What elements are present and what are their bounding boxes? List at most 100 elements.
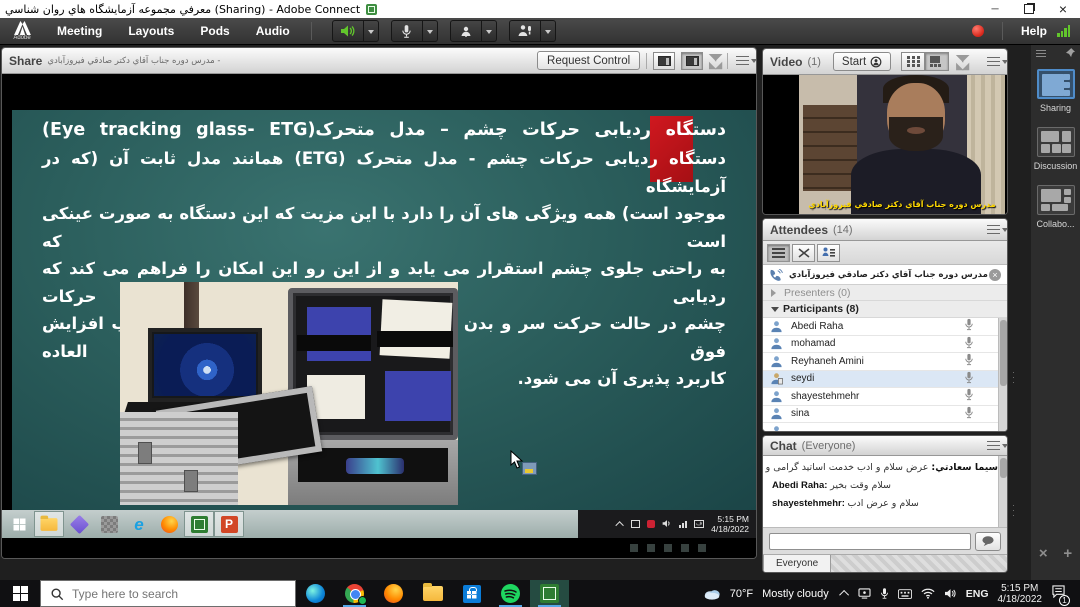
shared-powerpoint-icon[interactable]: P	[214, 511, 244, 537]
chat-input[interactable]	[769, 533, 971, 550]
start-button[interactable]	[0, 580, 40, 607]
menu-pods[interactable]: Pods	[187, 24, 242, 38]
restore-button[interactable]	[1012, 0, 1046, 18]
pin-icon[interactable]	[1066, 48, 1075, 58]
participant-row[interactable]: mohamad	[763, 336, 1007, 354]
participant-row[interactable]: shayestehmehr	[763, 388, 1007, 406]
layout-bar-menu-icon[interactable]	[1036, 50, 1046, 57]
layout-thumb-discussion[interactable]	[1037, 127, 1075, 157]
chat-pod-menu-icon[interactable]	[987, 441, 1000, 450]
weather-temperature[interactable]: 70°F	[730, 588, 753, 600]
pod-splitter-grip[interactable]	[1012, 503, 1016, 517]
attendee-status-view-button[interactable]	[817, 244, 840, 262]
layout-thumb-sharing[interactable]	[1037, 69, 1075, 99]
menu-audio[interactable]: Audio	[243, 24, 303, 38]
close-button[interactable]	[1046, 0, 1080, 18]
shared-internet-explorer-icon[interactable]: e	[124, 511, 154, 537]
search-input[interactable]	[72, 587, 272, 601]
shared-kmplayer-icon[interactable]	[64, 511, 94, 537]
participant-mic-icon[interactable]	[964, 336, 974, 352]
language-indicator[interactable]: ENG	[966, 588, 989, 600]
speaker-button[interactable]	[332, 20, 364, 42]
fullscreen-icon[interactable]: ◥◤◣◢	[709, 53, 721, 69]
webcam-dropdown[interactable]	[482, 20, 497, 42]
weather-cloud-icon[interactable]	[703, 587, 721, 600]
shared-desktop-clock[interactable]: 5:15 PM 4/18/2022	[711, 514, 749, 534]
attendee-list-view-button[interactable]	[767, 244, 790, 262]
share-pod-menu-icon[interactable]	[736, 56, 749, 65]
status-dropdown[interactable]	[541, 20, 556, 42]
shared-tray-network-icon[interactable]	[679, 521, 687, 528]
taskbar-spotify-icon[interactable]	[491, 580, 530, 607]
participant-mic-icon[interactable]	[964, 388, 974, 404]
taskbar-edge-icon[interactable]	[296, 580, 335, 607]
participant-row[interactable]: Reyhaneh Amini	[763, 353, 1007, 371]
dismiss-speaker-icon[interactable]	[989, 269, 1001, 281]
minimize-button[interactable]	[978, 0, 1012, 18]
tray-mic-icon[interactable]	[880, 587, 889, 600]
taskbar-search[interactable]	[40, 580, 296, 607]
attendee-breakout-view-button[interactable]	[792, 244, 815, 262]
taskbar-firefox-icon[interactable]	[374, 580, 413, 607]
help-menu[interactable]: Help	[1021, 24, 1047, 38]
taskbar-file-explorer-icon[interactable]	[413, 580, 452, 607]
presenters-group-row[interactable]: Presenters (0)	[763, 285, 1007, 301]
tray-speaker-icon[interactable]	[944, 588, 957, 599]
chat-tab-everyone[interactable]: Everyone	[763, 555, 831, 573]
pod-splitter-grip[interactable]	[1012, 370, 1016, 384]
weather-condition[interactable]: Mostly cloudy	[762, 588, 829, 600]
shared-file-explorer-icon[interactable]	[34, 511, 64, 537]
menu-meeting[interactable]: Meeting	[44, 24, 115, 38]
action-center[interactable]: 1	[1051, 585, 1066, 603]
connection-signal-icon[interactable]	[1057, 25, 1070, 37]
share-overlay-controls[interactable]	[630, 544, 706, 552]
mic-dropdown[interactable]	[423, 20, 438, 42]
participant-row-selected[interactable]: seydi	[763, 371, 1007, 389]
share-view-normal-button[interactable]	[653, 52, 675, 70]
webcam-button[interactable]	[450, 20, 482, 42]
shared-tray-window-icon[interactable]	[631, 520, 640, 528]
video-filmstrip-view-button[interactable]	[925, 52, 949, 71]
layout-thumb-collaboration[interactable]	[1037, 185, 1075, 215]
mic-button[interactable]	[391, 20, 423, 42]
video-pod-menu-icon[interactable]	[987, 57, 1000, 66]
participant-mic-icon[interactable]	[964, 406, 974, 422]
shared-tray-alert-icon[interactable]	[647, 520, 655, 528]
add-layout-icon[interactable]: +	[1063, 545, 1072, 562]
start-webcam-button[interactable]: Start	[833, 52, 891, 71]
participant-row-partial[interactable]	[763, 423, 1007, 431]
shared-tray-speaker-icon[interactable]	[662, 519, 672, 530]
speaker-dropdown[interactable]	[364, 20, 379, 42]
participants-group-row[interactable]: Participants (8)	[763, 301, 1007, 318]
send-chat-button[interactable]	[975, 532, 1001, 551]
participant-mic-icon[interactable]	[964, 371, 974, 387]
tray-display-icon[interactable]	[858, 588, 871, 599]
taskbar-store-icon[interactable]	[452, 580, 491, 607]
share-view-fit-button[interactable]	[681, 52, 703, 70]
participant-row[interactable]: Abedi Raha	[763, 318, 1007, 336]
shared-start-button[interactable]	[4, 511, 34, 537]
shared-tray-language-icon[interactable]: ف	[694, 520, 704, 528]
taskbar-clock[interactable]: 5:15 PM 4/18/2022	[998, 583, 1043, 605]
shared-utility-app-icon[interactable]	[94, 511, 124, 537]
menu-layouts[interactable]: Layouts	[115, 24, 187, 38]
shared-tray-chevron-icon[interactable]	[618, 521, 624, 527]
taskbar-adobe-connect-icon[interactable]	[530, 580, 569, 607]
tray-wifi-icon[interactable]	[921, 588, 935, 599]
participant-mic-icon[interactable]	[964, 353, 974, 369]
request-control-button[interactable]: Request Control	[537, 51, 640, 70]
video-grid-view-button[interactable]	[901, 52, 925, 71]
participant-row[interactable]: sina	[763, 406, 1007, 424]
taskbar-chrome-icon[interactable]	[335, 580, 374, 607]
video-fullscreen-icon[interactable]: ◥◤◣◢	[956, 54, 968, 70]
participant-mic-icon[interactable]	[964, 318, 974, 334]
raise-hand-button[interactable]	[509, 20, 541, 42]
tray-keyboard-icon[interactable]	[898, 589, 912, 599]
shared-firefox-icon[interactable]	[154, 511, 184, 537]
chat-scrollbar[interactable]	[998, 456, 1007, 528]
attendees-scrollbar[interactable]	[998, 318, 1007, 431]
active-speaker-row[interactable]: مدرس دوره جناب آقاي دكتر صادقي فيروزآباد…	[763, 265, 1007, 285]
close-layout-icon[interactable]: ×	[1039, 545, 1048, 562]
attendees-pod-menu-icon[interactable]	[987, 225, 1000, 234]
shared-adobe-connect-icon[interactable]	[184, 511, 214, 537]
